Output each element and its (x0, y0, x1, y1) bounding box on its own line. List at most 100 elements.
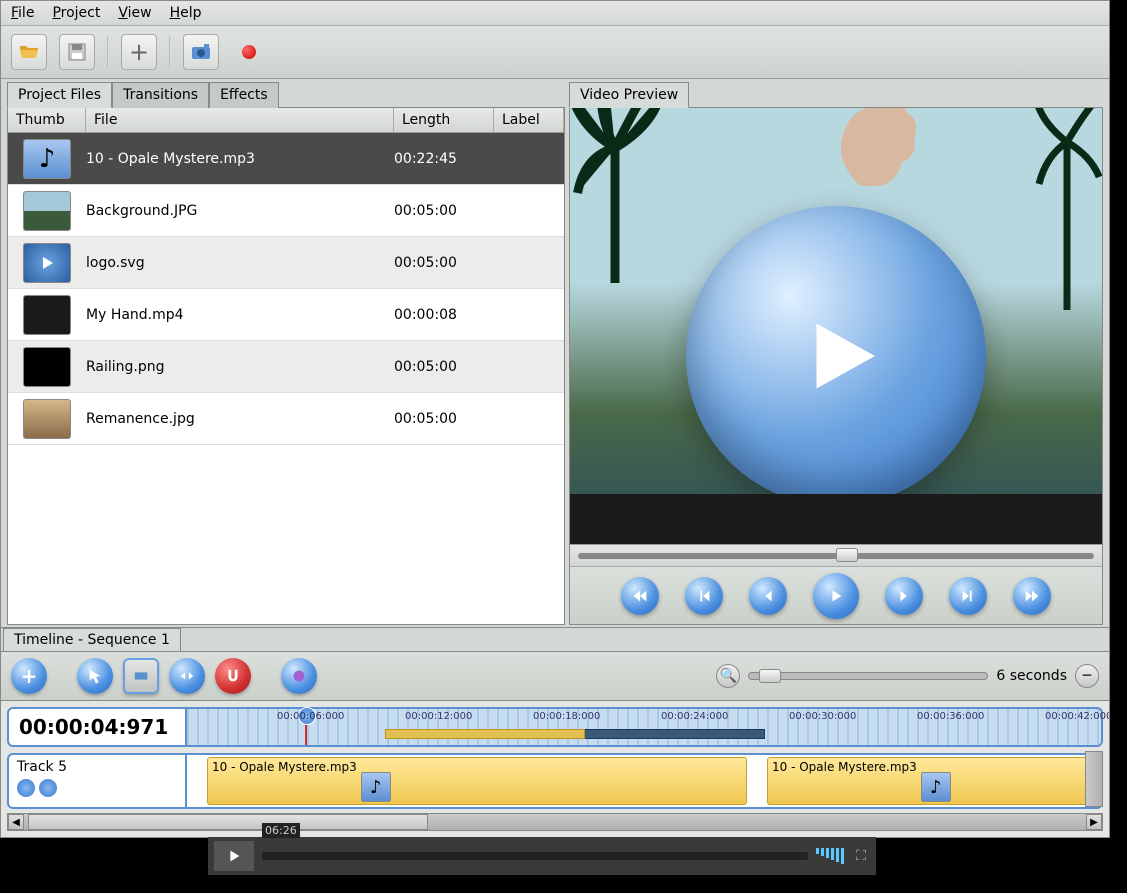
camera-button[interactable] (183, 34, 219, 70)
preview-tabstrip: Video Preview (569, 81, 1103, 107)
file-thumb: ♪ (23, 139, 71, 179)
app-window: File Project View Help + Project Files T… (0, 0, 1110, 838)
file-row[interactable]: logo.svg00:05:00 (8, 237, 564, 289)
file-length: 00:05:00 (394, 359, 494, 375)
track-row: Track 5 10 - Opale Mystere.mp310 - Opale… (7, 753, 1103, 809)
zoom-label: 6 seconds (996, 668, 1067, 684)
timeline-clip[interactable]: 10 - Opale Mystere.mp3 (767, 757, 1097, 805)
file-row[interactable]: Background.JPG00:05:00 (8, 185, 564, 237)
step-forward-button[interactable] (885, 577, 923, 615)
file-list-header: Thumb File Length Label (8, 108, 564, 133)
overlay-video-player: 06:26 ⛶ (208, 837, 876, 875)
tab-project-files[interactable]: Project Files (7, 82, 112, 108)
timeline-pointer-button[interactable] (77, 658, 113, 694)
track-solo-button[interactable] (39, 779, 57, 797)
timeline-area: 00:00:04:971 00:00:06:00000:00:12:00000:… (1, 701, 1109, 837)
file-row[interactable]: Remanence.jpg00:05:00 (8, 393, 564, 445)
preview-seek-bar[interactable] (570, 544, 1102, 566)
timeline-clip[interactable]: 10 - Opale Mystere.mp3 (207, 757, 747, 805)
timeline-razor-button[interactable] (123, 658, 159, 694)
open-folder-button[interactable] (11, 34, 47, 70)
track-mute-button[interactable] (17, 779, 35, 797)
hand-icon (812, 108, 932, 188)
col-label[interactable]: Label (494, 108, 564, 132)
file-length: 00:05:00 (394, 411, 494, 427)
ruler-tick: 00:00:06:000 (277, 711, 344, 722)
timeline-marker-button[interactable] (281, 658, 317, 694)
menu-help[interactable]: Help (170, 5, 202, 21)
file-thumb (23, 295, 71, 335)
timeline-add-button[interactable]: + (11, 658, 47, 694)
rewind-button[interactable] (621, 577, 659, 615)
preview-viewport[interactable] (570, 108, 1102, 544)
tab-effects[interactable]: Effects (209, 82, 279, 108)
zoom-thumb[interactable] (759, 669, 781, 683)
timecode-display[interactable]: 00:00:04:971 (7, 707, 187, 747)
toolbar-separator (169, 36, 171, 68)
scroll-right-button[interactable]: ▶ (1086, 814, 1102, 830)
menu-project[interactable]: Project (52, 5, 100, 21)
col-length[interactable]: Length (394, 108, 494, 132)
file-length: 00:05:00 (394, 255, 494, 271)
tab-transitions[interactable]: Transitions (112, 82, 209, 108)
overlay-volume[interactable] (816, 848, 844, 864)
file-row[interactable]: My Hand.mp400:00:08 (8, 289, 564, 341)
file-name: Railing.png (86, 359, 394, 375)
tab-video-preview[interactable]: Video Preview (569, 82, 689, 108)
fast-forward-button[interactable] (1013, 577, 1051, 615)
zoom-in-button[interactable]: 🔍 (716, 664, 740, 688)
step-back-button[interactable] (749, 577, 787, 615)
scroll-thumb[interactable] (28, 814, 428, 830)
vertical-scrollbar[interactable] (1085, 751, 1103, 807)
record-icon (242, 45, 256, 59)
timeline-tab[interactable]: Timeline - Sequence 1 (3, 628, 181, 651)
clip-label: 10 - Opale Mystere.mp3 (772, 760, 917, 774)
time-ruler[interactable]: 00:00:06:00000:00:12:00000:00:18:00000:0… (187, 707, 1103, 747)
ruler-row: 00:00:04:971 00:00:06:00000:00:12:00000:… (7, 707, 1103, 747)
file-name: 10 - Opale Mystere.mp3 (86, 151, 394, 167)
col-thumb[interactable]: Thumb (8, 108, 86, 132)
timeline-snap-button[interactable] (215, 658, 251, 694)
add-button[interactable]: + (121, 34, 157, 70)
menu-view[interactable]: View (118, 5, 151, 21)
seek-track[interactable] (578, 553, 1094, 559)
play-logo-icon (686, 206, 986, 506)
horizontal-scrollbar[interactable]: ◀ ▶ (7, 813, 1103, 831)
file-row[interactable]: ♪10 - Opale Mystere.mp300:22:45 (8, 133, 564, 185)
timeline-section: Timeline - Sequence 1 + 🔍 6 seconds ─ 00… (1, 627, 1109, 837)
file-thumb (23, 243, 71, 283)
project-pane: Project Files Transitions Effects Thumb … (7, 81, 565, 625)
ruler-tick: 00:00:18:000 (533, 711, 600, 722)
overlay-play-button[interactable] (214, 841, 254, 871)
preview-pane: Video Preview (569, 81, 1103, 625)
record-button[interactable] (231, 34, 267, 70)
file-row[interactable]: Railing.png00:05:00 (8, 341, 564, 393)
seek-thumb[interactable] (836, 548, 858, 562)
file-thumb (23, 347, 71, 387)
prev-frame-button[interactable] (685, 577, 723, 615)
next-frame-button[interactable] (949, 577, 987, 615)
save-button[interactable] (59, 34, 95, 70)
overlay-progress[interactable] (262, 852, 808, 860)
track-header[interactable]: Track 5 (7, 753, 187, 809)
music-note-icon (921, 772, 951, 802)
file-name: My Hand.mp4 (86, 307, 394, 323)
ruler-tick: 00:00:36:000 (917, 711, 984, 722)
music-note-icon (361, 772, 391, 802)
file-length: 00:00:08 (394, 307, 494, 323)
overlay-time: 06:26 (262, 823, 300, 838)
menu-file[interactable]: File (11, 5, 34, 21)
palm-tree-icon (570, 108, 660, 288)
overlay-fullscreen-button[interactable]: ⛶ (852, 847, 870, 865)
zoom-slider[interactable] (748, 672, 988, 680)
ruler-tick: 00:00:42:000 (1045, 711, 1109, 722)
transport-controls (570, 566, 1102, 624)
play-button[interactable] (813, 573, 859, 619)
zoom-out-button[interactable]: ─ (1075, 664, 1099, 688)
file-name: Remanence.jpg (86, 411, 394, 427)
col-file[interactable]: File (86, 108, 394, 132)
timeline-resize-button[interactable] (169, 658, 205, 694)
scroll-left-button[interactable]: ◀ (8, 814, 24, 830)
file-thumb (23, 191, 71, 231)
track-body[interactable]: 10 - Opale Mystere.mp3 10 - Opale Mystere… (187, 753, 1103, 809)
